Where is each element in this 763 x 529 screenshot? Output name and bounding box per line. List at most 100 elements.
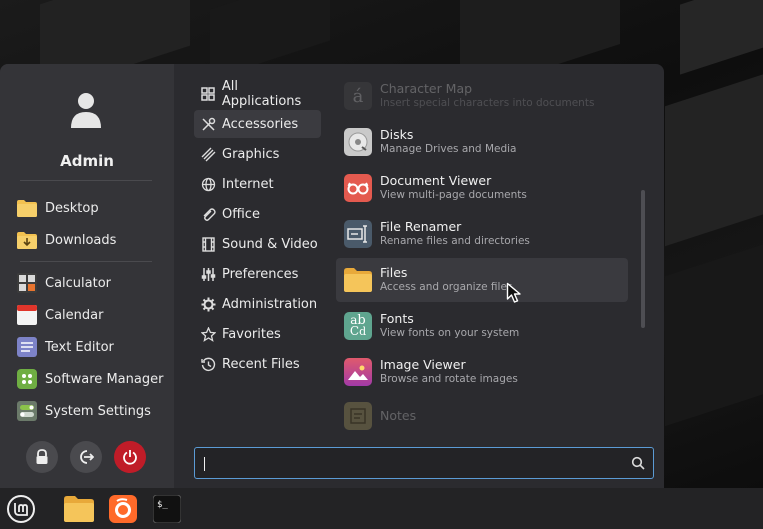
search-box[interactable]	[194, 447, 654, 479]
category-administration[interactable]: Administration	[194, 290, 321, 318]
category-office[interactable]: Office	[194, 200, 321, 228]
app-description: Manage Drives and Media	[380, 143, 517, 155]
folder-desktop-icon	[16, 198, 37, 219]
taskbar-panel: $_	[0, 488, 763, 529]
category-label: Internet	[222, 176, 274, 192]
app-name: Document Viewer	[380, 173, 492, 188]
app-name: Character Map	[380, 81, 473, 96]
taskbar-terminal-button[interactable]: $_	[150, 492, 184, 525]
category-all-applications[interactable]: All Applications	[194, 79, 321, 109]
logout-icon	[80, 450, 94, 464]
app-name: Fonts	[380, 311, 414, 326]
category-graphics[interactable]: Graphics	[194, 140, 321, 168]
favorite-label: Calculator	[45, 275, 112, 291]
menu-launcher-button[interactable]	[4, 492, 38, 525]
category-label: Favorites	[222, 326, 281, 342]
mouse-pointer-icon	[506, 282, 521, 303]
sliders-icon	[200, 266, 216, 282]
category-label: Administration	[222, 296, 318, 312]
software-manager-icon	[16, 369, 37, 390]
paperclip-icon	[200, 206, 216, 222]
taskbar-firefox-button[interactable]	[106, 492, 140, 525]
calendar-icon	[16, 305, 37, 326]
app-name: Image Viewer	[380, 357, 466, 372]
favorite-text-editor[interactable]: Text Editor	[16, 335, 114, 359]
app-disks[interactable]: Disks Manage Drives and Media	[336, 120, 628, 164]
gear-icon	[200, 296, 216, 312]
favorite-label: Software Manager	[45, 371, 164, 387]
app-description: Access and organize files	[380, 281, 513, 293]
logout-button[interactable]	[70, 441, 102, 473]
app-description: View multi-page documents	[380, 189, 527, 201]
favorite-desktop[interactable]: Desktop	[16, 196, 99, 220]
taskbar-files-button[interactable]	[62, 492, 96, 525]
category-favorites[interactable]: Favorites	[194, 320, 321, 348]
search-icon[interactable]	[631, 456, 645, 470]
favorite-calculator[interactable]: Calculator	[16, 271, 111, 295]
user-name: Admin	[60, 152, 114, 170]
category-sound-video[interactable]: Sound & Video	[194, 230, 321, 258]
category-label: Preferences	[222, 266, 299, 282]
file-renamer-icon	[344, 220, 372, 248]
divider	[20, 180, 152, 181]
favorite-software-manager[interactable]: Software Manager	[16, 367, 163, 391]
category-accessories[interactable]: Accessories	[194, 110, 321, 138]
star-icon	[200, 326, 216, 342]
application-menu: Admin Desktop Downloads Calculator Calen…	[0, 64, 664, 488]
history-icon	[200, 356, 216, 372]
category-label: Sound & Video	[222, 236, 318, 252]
app-document-viewer[interactable]: Document Viewer View multi-page documents	[336, 166, 628, 210]
fonts-icon: ab Cd	[344, 312, 372, 340]
user-avatar-icon	[71, 93, 101, 128]
calculator-icon	[16, 273, 37, 294]
divider	[20, 261, 152, 262]
category-label: Accessories	[222, 116, 299, 132]
app-description: Insert special characters into documents	[380, 97, 595, 109]
power-icon	[123, 450, 137, 465]
category-label: Graphics	[222, 146, 280, 162]
app-file-renamer[interactable]: File Renamer Rename files and directories	[336, 212, 628, 256]
text-caret	[204, 457, 205, 471]
document-viewer-icon	[344, 174, 372, 202]
app-notes[interactable]: Notes	[336, 394, 628, 438]
app-fonts[interactable]: ab Cd Fonts View fonts on your system	[336, 304, 628, 348]
favorite-label: Text Editor	[45, 339, 114, 355]
favorite-label: Downloads	[45, 232, 117, 248]
search-input[interactable]	[201, 451, 621, 475]
image-viewer-icon	[344, 358, 372, 386]
app-list-scrollbar[interactable]	[641, 190, 645, 328]
lock-screen-button[interactable]	[26, 441, 58, 473]
text-editor-icon	[16, 337, 37, 358]
character-map-icon: á	[344, 82, 372, 110]
category-label: Office	[222, 206, 260, 222]
app-image-viewer[interactable]: Image Viewer Browse and rotate images	[336, 350, 628, 394]
app-description: Browse and rotate images	[380, 373, 518, 385]
app-name: Files	[380, 265, 408, 280]
tools-icon	[200, 116, 216, 132]
category-preferences[interactable]: Preferences	[194, 260, 321, 288]
favorite-label: Calendar	[45, 307, 104, 323]
app-character-map[interactable]: á Character Map Insert special characters…	[336, 74, 628, 118]
palette-icon	[200, 146, 216, 162]
app-description: View fonts on your system	[380, 327, 520, 339]
favorite-label: Desktop	[45, 200, 99, 216]
power-off-button[interactable]	[114, 441, 146, 473]
favorite-system-settings[interactable]: System Settings	[16, 399, 151, 423]
globe-icon	[200, 176, 216, 192]
lock-icon	[36, 449, 48, 464]
firefox-icon	[109, 494, 137, 523]
category-recent-files[interactable]: Recent Files	[194, 350, 321, 378]
category-label: All Applications	[221, 79, 302, 109]
favorite-label: System Settings	[45, 403, 151, 419]
app-description: Rename files and directories	[380, 235, 530, 247]
favorite-downloads[interactable]: Downloads	[16, 228, 116, 252]
folder-downloads-icon	[16, 230, 37, 251]
app-files[interactable]: Files Access and organize files	[336, 258, 628, 302]
menu-sidebar: Admin Desktop Downloads Calculator Calen…	[0, 64, 174, 488]
disks-icon	[344, 128, 372, 156]
category-internet[interactable]: Internet	[194, 170, 321, 198]
terminal-icon: $_	[153, 494, 181, 523]
category-label: Recent Files	[222, 356, 300, 372]
favorite-calendar[interactable]: Calendar	[16, 303, 103, 327]
files-icon	[64, 495, 94, 522]
